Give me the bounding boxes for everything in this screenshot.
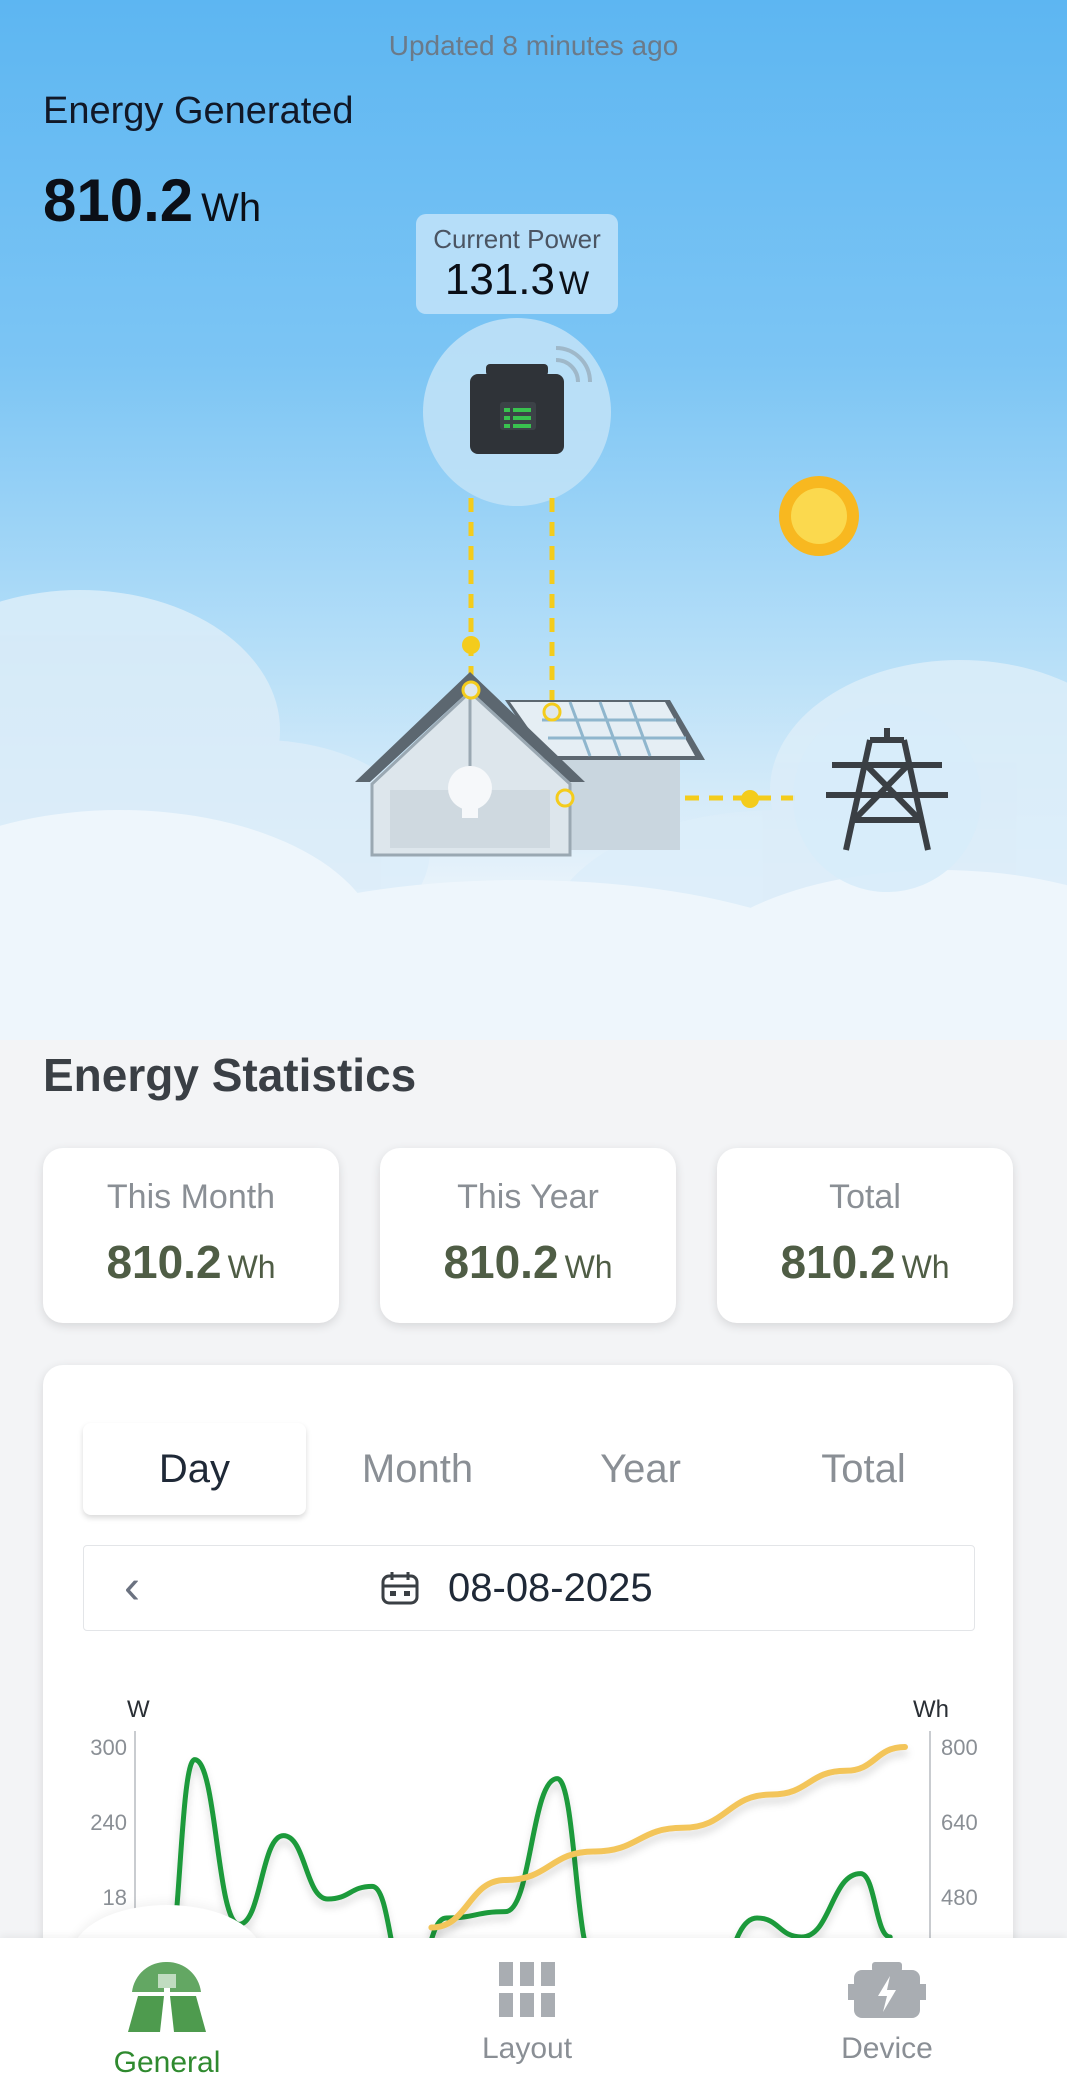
stat-card-total[interactable]: Total 810.2 Wh (717, 1148, 1013, 1323)
stat-card-this-year[interactable]: This Year 810.2 Wh (380, 1148, 676, 1323)
nav-layout[interactable]: Layout (397, 1960, 657, 2066)
energy-generated-value: 810.2 Wh (43, 166, 261, 235)
right-tick-label: 480 (941, 1885, 978, 1910)
flow-node (542, 702, 562, 722)
current-power-unit: W (558, 265, 590, 301)
stat-card-number: 810.2 (443, 1236, 559, 1288)
stat-card-unit: Wh (901, 1249, 950, 1285)
left-tick-label: 18 (103, 1885, 127, 1910)
sun-icon (779, 476, 859, 556)
stat-card-label: Total (829, 1178, 901, 1216)
stat-card-value: 810.2 Wh (717, 1235, 1013, 1289)
stat-card-label: This Year (457, 1178, 599, 1216)
nav-label: General (113, 2046, 221, 2079)
tab-day[interactable]: Day (83, 1423, 306, 1515)
tab-month[interactable]: Month (306, 1423, 529, 1515)
stat-card-value: 810.2 Wh (380, 1235, 676, 1289)
energy-generated-title: Energy Generated (43, 90, 354, 132)
selected-date: 08-08-2025 (448, 1566, 653, 1610)
tab-total[interactable]: Total (752, 1423, 975, 1515)
left-tick-label: 240 (90, 1810, 127, 1835)
date-selector[interactable]: ‹ 08-08-2025 (83, 1545, 975, 1631)
calendar-icon[interactable] (380, 1570, 420, 1606)
right-tick-label: 640 (941, 1810, 978, 1835)
flow-node (461, 680, 481, 700)
energy-generated-unit: Wh (201, 186, 262, 230)
house-icon (355, 672, 705, 857)
previous-date-button[interactable]: ‹ (124, 1560, 140, 1615)
current-power-number: 131.3 (444, 255, 555, 304)
energy-flow-illustration (0, 318, 1067, 1040)
current-power-value: 131.3 W (445, 255, 589, 304)
stat-card-number: 810.2 (106, 1236, 222, 1288)
right-tick-label: 800 (941, 1735, 978, 1760)
period-tabs: Day Month Year Total (83, 1423, 975, 1515)
device-battery-icon (848, 1962, 926, 2018)
stat-card-number: 810.2 (780, 1236, 896, 1288)
stat-card-unit: Wh (564, 1249, 613, 1285)
flow-dot (462, 636, 480, 654)
layout-grid-icon (499, 1962, 555, 2017)
stat-card-label: This Month (106, 1178, 276, 1216)
updated-timestamp: Updated 8 minutes ago (388, 30, 679, 61)
tab-year[interactable]: Year (529, 1423, 752, 1515)
nav-general[interactable]: General (37, 1960, 297, 2080)
nav-label: Device (841, 2032, 933, 2065)
current-power-box: Current Power 131.3 W (416, 214, 618, 314)
current-power-label: Current Power (433, 224, 601, 254)
energy-flow-hero: Updated 8 minutes ago Energy Generated 8… (0, 0, 1067, 1040)
left-axis-unit: W (127, 1696, 150, 1723)
stat-card-value: 810.2 Wh (43, 1235, 339, 1289)
solar-panel-icon (128, 1961, 206, 2032)
stat-card-this-month[interactable]: This Month 810.2 Wh (43, 1148, 339, 1323)
left-tick-label: 300 (90, 1735, 127, 1760)
energy-generated-number: 810.2 (43, 167, 194, 234)
right-axis-unit: Wh (913, 1696, 949, 1723)
stat-card-unit: Wh (227, 1249, 276, 1285)
flow-dot (741, 790, 759, 808)
flow-node (555, 788, 575, 808)
inverter-device-icon[interactable] (470, 364, 564, 454)
nav-label: Layout (481, 2032, 573, 2065)
nav-device[interactable]: Device (757, 1960, 1017, 2066)
energy-statistics-title: Energy Statistics (43, 1049, 417, 1101)
